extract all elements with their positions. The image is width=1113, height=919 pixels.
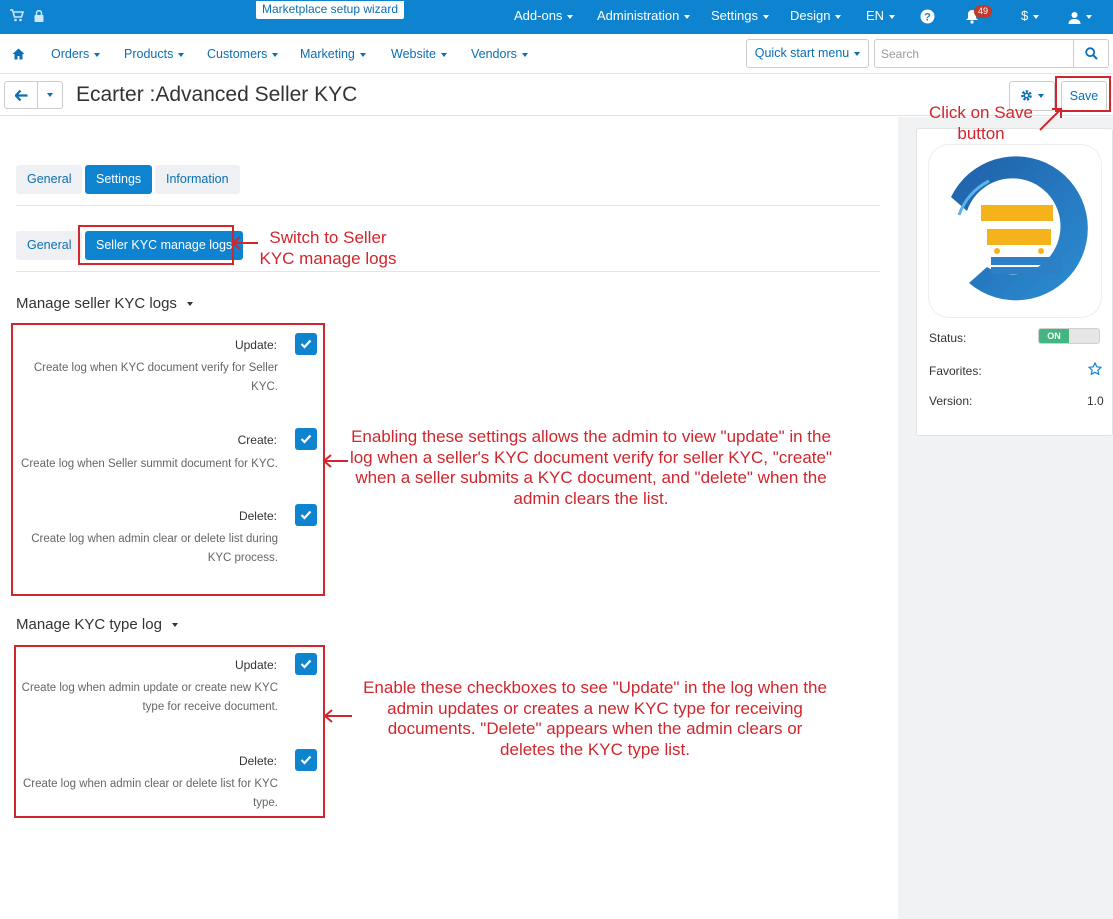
menu-addons[interactable]: Add-ons — [514, 0, 574, 34]
section-seller-kyc-logs[interactable]: Manage seller KYC logs — [16, 295, 193, 312]
annotation-type-logs: Enable these checkboxes to see "Update" … — [363, 678, 827, 759]
search-button[interactable] — [1073, 39, 1109, 68]
tab-general[interactable]: General — [16, 165, 83, 194]
status-toggle[interactable]: ON — [1038, 328, 1100, 344]
type-logs-highlight-box — [14, 645, 325, 818]
help-icon[interactable]: ? — [920, 9, 935, 25]
status-label: Status: — [929, 331, 967, 345]
divider — [16, 205, 880, 206]
marketplace-wizard-button[interactable]: Marketplace setup wizard — [255, 0, 405, 20]
menu-label: Add-ons — [514, 8, 563, 23]
menu-label: Settings — [711, 8, 758, 23]
menu-settings[interactable]: Settings — [711, 0, 769, 34]
nav-label: Website — [391, 47, 436, 61]
quick-start-menu-button[interactable]: Quick start menu — [746, 39, 869, 68]
back-dropdown-button[interactable] — [37, 81, 63, 109]
version-value: 1.0 — [1087, 394, 1104, 408]
nav-orders[interactable]: Orders — [51, 34, 101, 74]
nav-products[interactable]: Products — [124, 34, 185, 74]
save-highlight-box — [1055, 76, 1111, 112]
favorites-label: Favorites: — [929, 364, 982, 378]
annotation-switch: Switch to Seller KYC manage logs — [259, 228, 397, 268]
tab-information[interactable]: Information — [155, 165, 240, 194]
section-title: Manage KYC type log — [16, 616, 162, 633]
user-icon — [1068, 11, 1081, 24]
tab-settings[interactable]: Settings — [85, 165, 153, 194]
gear-icon — [1021, 90, 1032, 102]
nav-label: Customers — [207, 47, 268, 61]
star-icon[interactable] — [1087, 361, 1103, 381]
back-arrow-icon — [15, 90, 28, 101]
user-menu[interactable] — [1068, 0, 1092, 34]
ecarter-logo-icon — [951, 156, 1088, 301]
status-on-indicator: ON — [1039, 329, 1069, 343]
search-input[interactable] — [874, 39, 1074, 68]
nav-label: Orders — [51, 47, 90, 61]
version-label: Version: — [929, 394, 973, 408]
annotation-save: Click on Save button — [929, 103, 1033, 143]
notification-badge: 49 — [974, 5, 993, 18]
lock-icon[interactable] — [34, 9, 44, 25]
nav-label: Products — [124, 47, 174, 61]
section-kyc-type-log[interactable]: Manage KYC type log — [16, 616, 178, 633]
search-icon — [1085, 47, 1098, 60]
nav-website[interactable]: Website — [391, 34, 447, 74]
annotation-seller-logs: Enabling these settings allows the admin… — [349, 427, 833, 508]
nav-customers[interactable]: Customers — [207, 34, 279, 74]
addon-logo — [929, 145, 1101, 317]
section-title: Manage seller KYC logs — [16, 295, 177, 312]
svg-text:?: ? — [924, 12, 931, 24]
home-icon[interactable] — [12, 47, 25, 65]
page-title: Ecarter :Advanced Seller KYC — [76, 83, 358, 106]
menu-language[interactable]: EN — [866, 0, 896, 34]
menu-administration[interactable]: Administration — [597, 0, 691, 34]
menu-label: Administration — [597, 8, 680, 23]
divider — [16, 271, 880, 272]
menu-label: $ — [1021, 8, 1029, 23]
nav-marketing[interactable]: Marketing — [300, 34, 366, 74]
quick-start-label: Quick start menu — [754, 46, 850, 60]
subtab-general[interactable]: General — [16, 231, 83, 260]
subtab-highlight-box — [78, 225, 234, 265]
menu-currency[interactable]: $ — [1021, 0, 1040, 34]
nav-vendors[interactable]: Vendors — [471, 34, 528, 74]
menu-label: EN — [866, 8, 885, 23]
back-button[interactable] — [4, 81, 38, 109]
menu-label: Design — [790, 8, 831, 23]
nav-label: Vendors — [471, 47, 517, 61]
seller-logs-highlight-box — [11, 323, 325, 596]
main-nav: Orders Products Customers Marketing Webs… — [0, 34, 1113, 74]
nav-label: Marketing — [300, 47, 355, 61]
menu-design[interactable]: Design — [790, 0, 842, 34]
cart-icon[interactable] — [10, 9, 25, 25]
top-bar: Marketplace setup wizard Add-ons Adminis… — [0, 0, 1113, 34]
top-left-icons — [10, 9, 44, 25]
